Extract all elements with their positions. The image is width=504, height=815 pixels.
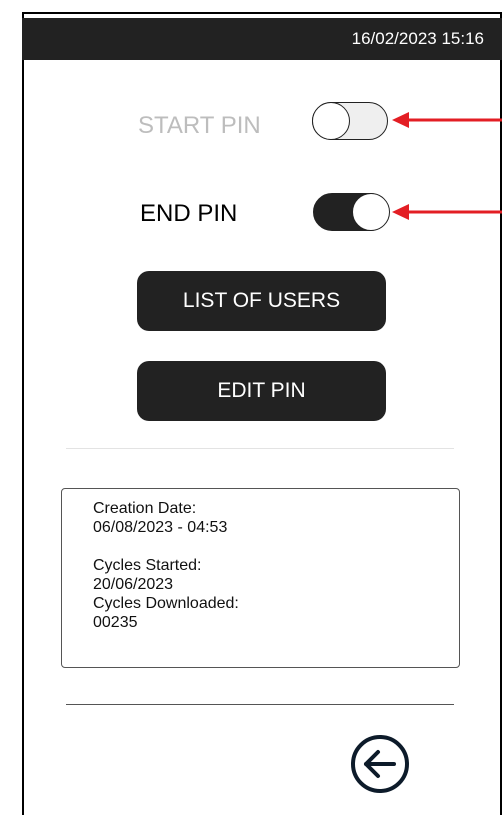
creation-date-value: 06/08/2023 - 04:53 bbox=[93, 519, 228, 536]
end-pin-label: END PIN bbox=[140, 200, 238, 227]
back-arrow-circle-icon[interactable] bbox=[349, 733, 411, 795]
red-arrow-icon bbox=[392, 204, 502, 220]
edit-pin-button[interactable]: EDIT PIN bbox=[137, 361, 386, 421]
toggle-knob bbox=[351, 192, 390, 231]
cycles-downloaded-value: 00235 bbox=[93, 614, 138, 631]
start-pin-label: START PIN bbox=[138, 112, 261, 139]
divider bbox=[66, 704, 454, 705]
creation-date-label: Creation Date: bbox=[93, 500, 197, 517]
datetime: 16/02/2023 15:16 bbox=[351, 29, 484, 48]
divider bbox=[66, 448, 454, 449]
cycles-started-label: Cycles Started: bbox=[93, 557, 202, 574]
toggle-knob bbox=[311, 101, 350, 140]
pin-info-box: Creation Date: 06/08/2023 - 04:53 Cycles… bbox=[61, 488, 460, 668]
end-pin-toggle[interactable] bbox=[313, 192, 390, 231]
cycles-downloaded-label: Cycles Downloaded: bbox=[93, 595, 239, 612]
start-pin-toggle[interactable] bbox=[311, 101, 388, 140]
status-bar: 16/02/2023 15:16 bbox=[22, 18, 502, 60]
list-of-users-button[interactable]: LIST OF USERS bbox=[137, 271, 386, 331]
red-arrow-icon bbox=[392, 112, 502, 128]
cycles-started-value: 20/06/2023 bbox=[93, 576, 174, 593]
